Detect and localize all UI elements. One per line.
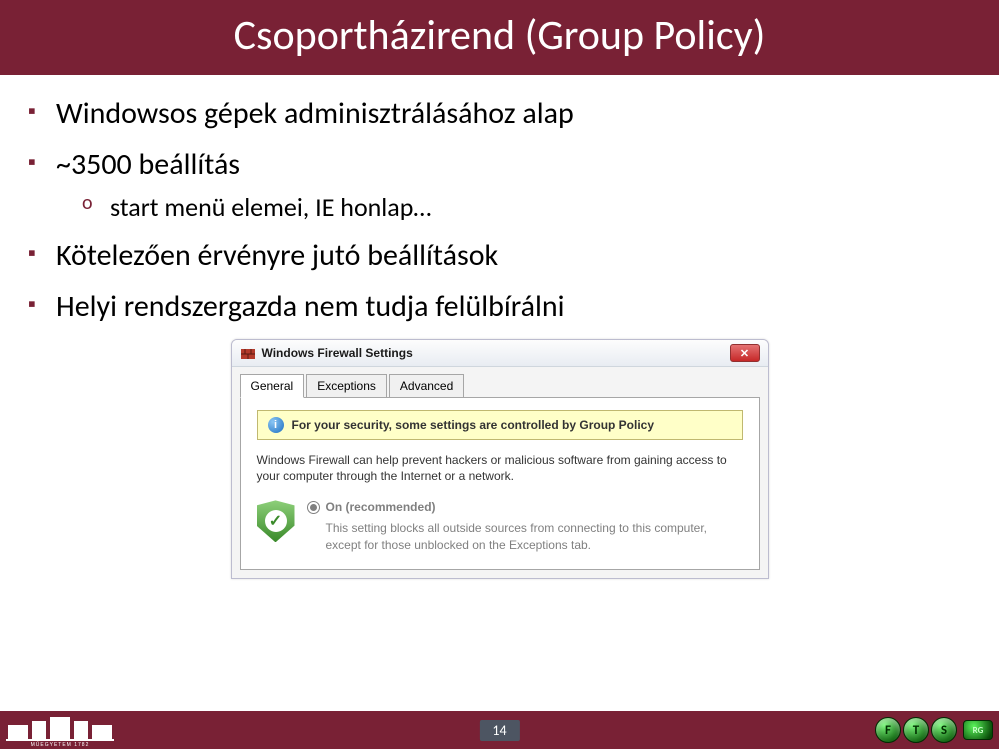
slide-footer: MŰEGYETEM 1782 14 F T S RG [0, 711, 999, 749]
rg-badge-icon: RG [963, 720, 993, 740]
tab-advanced[interactable]: Advanced [389, 374, 464, 398]
option-on: On (recommended) This setting blocks all… [257, 500, 743, 552]
tab-bar: General Exceptions Advanced [232, 367, 768, 397]
bullet-item: Windowsos gépek adminisztrálásához alap [28, 95, 971, 132]
firewall-settings-window: Windows Firewall Settings ✕ General Exce… [231, 339, 769, 579]
shield-check-icon [257, 500, 295, 542]
slide-body: Windowsos gépek adminisztrálásához alap … [0, 75, 999, 579]
ftsrg-logo: F T S RG [875, 717, 993, 743]
info-icon: i [268, 417, 284, 433]
tab-panel-general: i For your security, some settings are c… [240, 397, 760, 570]
notice-text: For your security, some settings are con… [292, 418, 655, 432]
option-on-description: This setting blocks all outside sources … [326, 520, 743, 552]
orb-f-icon: F [875, 717, 901, 743]
orb-t-icon: T [903, 717, 929, 743]
bullet-text: ~3500 beállítás [56, 146, 240, 183]
window-title: Windows Firewall Settings [262, 346, 413, 360]
bullet-item: Kötelezően érvényre jutó beállítások [28, 237, 971, 274]
tab-exceptions[interactable]: Exceptions [306, 374, 387, 398]
page-number: 14 [479, 720, 519, 741]
bullet-item: Helyi rendszergazda nem tudja felülbírál… [28, 288, 971, 325]
university-logo-icon: MŰEGYETEM 1782 [6, 713, 114, 747]
radio-on[interactable] [307, 501, 320, 514]
firewall-icon [240, 345, 256, 361]
slide-title: Csoportházirend (Group Policy) [0, 0, 999, 75]
sub-bullet-item: start menü elemei, IE honlap… [82, 191, 971, 223]
close-button[interactable]: ✕ [730, 344, 760, 362]
sub-bullet-list: start menü elemei, IE honlap… [56, 191, 971, 223]
university-caption: MŰEGYETEM 1782 [31, 741, 90, 747]
bullet-item: ~3500 beállítás start menü elemei, IE ho… [28, 146, 971, 223]
orb-s-icon: S [931, 717, 957, 743]
firewall-description: Windows Firewall can help prevent hacker… [257, 452, 743, 484]
tab-general[interactable]: General [240, 374, 305, 398]
window-titlebar: Windows Firewall Settings ✕ [232, 340, 768, 367]
radio-on-label: On (recommended) [326, 500, 436, 514]
bullet-list: Windowsos gépek adminisztrálásához alap … [28, 95, 971, 325]
radio-on-row[interactable]: On (recommended) [307, 500, 743, 514]
group-policy-notice: i For your security, some settings are c… [257, 410, 743, 440]
